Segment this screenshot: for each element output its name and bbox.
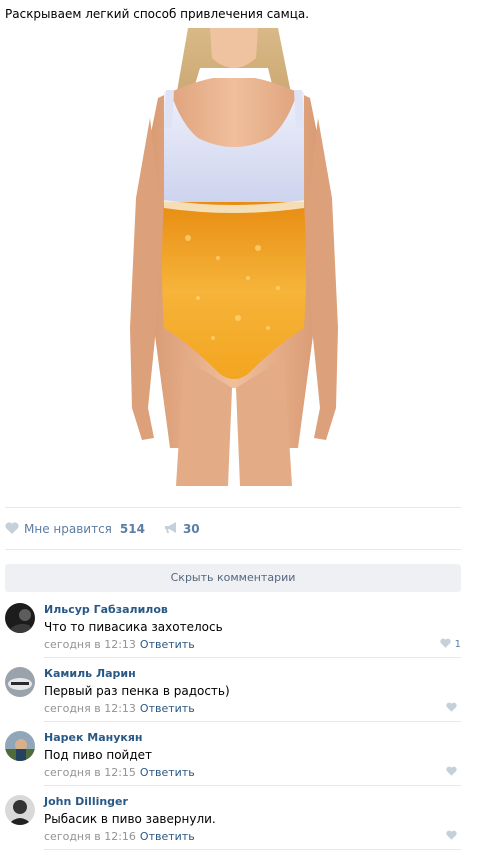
heart-icon <box>446 766 457 779</box>
divider <box>5 549 461 550</box>
post-actions: Мне нравится 514 30 <box>5 520 200 538</box>
post-text: Раскрываем легкий способ привлечения сам… <box>5 7 310 21</box>
comment-text: Под пиво пойдет <box>44 748 153 762</box>
comment-meta: сегодня в 12:16 Ответить <box>44 830 195 843</box>
divider <box>44 721 461 722</box>
avatar[interactable] <box>5 667 35 697</box>
comment-text: Первый раз пенка в радость) <box>44 684 230 698</box>
reply-link[interactable]: Ответить <box>140 702 195 715</box>
heart-icon <box>439 638 451 651</box>
comment-author[interactable]: Ильсур Габзалилов <box>44 603 168 616</box>
avatar[interactable] <box>5 731 35 761</box>
divider <box>44 785 461 786</box>
comment-time[interactable]: сегодня в 12:13 <box>44 702 136 715</box>
comment-like-button[interactable] <box>446 830 461 843</box>
reply-link[interactable]: Ответить <box>140 638 195 651</box>
heart-icon <box>446 830 457 843</box>
reply-link[interactable]: Ответить <box>140 766 195 779</box>
like-button[interactable]: Мне нравится 514 <box>5 521 145 537</box>
comment-time[interactable]: сегодня в 12:13 <box>44 638 136 651</box>
comment-meta: сегодня в 12:15 Ответить <box>44 766 195 779</box>
comment: Камиль Ларин Первый раз пенка в радость)… <box>5 667 461 727</box>
like-count: 514 <box>119 522 145 536</box>
comment-like-button[interactable] <box>446 766 461 779</box>
comment-author[interactable]: Нарек Манукян <box>44 731 143 744</box>
comment: Нарек Манукян Под пиво пойдет сегодня в … <box>5 731 461 791</box>
comment: Ильсур Габзалилов Что то пивасика захоте… <box>5 603 461 663</box>
comment-meta: сегодня в 12:13 Ответить <box>44 638 195 651</box>
comment-like-count: 1 <box>454 639 461 650</box>
hide-comments-button[interactable]: Скрыть комментарии <box>5 564 461 592</box>
share-button[interactable]: 30 <box>164 521 200 537</box>
comment-time[interactable]: сегодня в 12:16 <box>44 830 136 843</box>
comment-text: Что то пивасика захотелось <box>44 620 223 634</box>
megaphone-icon <box>164 521 178 537</box>
like-label: Мне нравится <box>24 522 112 536</box>
divider <box>44 657 461 658</box>
comment-like-button[interactable] <box>446 702 461 715</box>
post-photo[interactable] <box>128 28 340 486</box>
reply-link[interactable]: Ответить <box>140 830 195 843</box>
comment: John Dillinger Рыбасик в пиво завернули.… <box>5 795 461 855</box>
heart-icon <box>5 521 19 537</box>
comment-time[interactable]: сегодня в 12:15 <box>44 766 136 779</box>
divider <box>5 507 461 508</box>
comment-meta: сегодня в 12:13 Ответить <box>44 702 195 715</box>
comment-author[interactable]: Камиль Ларин <box>44 667 136 680</box>
share-count: 30 <box>182 522 200 536</box>
comment-like-button[interactable]: 1 <box>439 638 461 651</box>
avatar[interactable] <box>5 603 35 633</box>
photo-illustration <box>130 28 338 486</box>
comment-author[interactable]: John Dillinger <box>44 795 128 808</box>
avatar[interactable] <box>5 795 35 825</box>
divider <box>44 849 461 850</box>
heart-icon <box>446 702 457 715</box>
comment-text: Рыбасик в пиво завернули. <box>44 812 216 826</box>
